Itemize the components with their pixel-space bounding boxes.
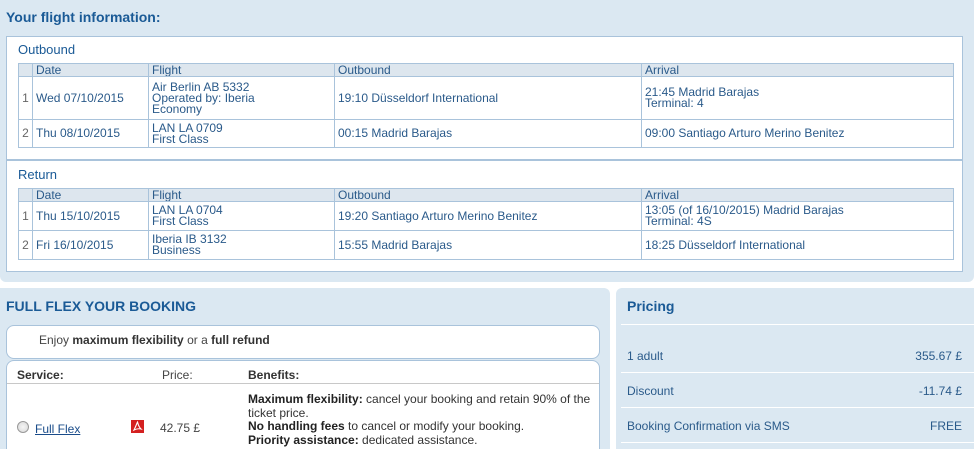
arrival-line: 18:25 Düsseldorf International [645, 237, 806, 252]
row-departure: 19:10 Düsseldorf International [334, 76, 642, 120]
promo-text: Enjoy [39, 333, 73, 347]
row-number: 1 [18, 76, 33, 120]
flex-promo-box: Enjoy maximum flexibility or a full refu… [6, 325, 600, 359]
header-divider [7, 383, 599, 384]
benefit-title: No handling fees [248, 419, 345, 433]
pricing-label: 1 adult [627, 349, 664, 363]
row-flight: LAN LA 0704 First Class [148, 201, 335, 231]
promo-emphasis: full refund [211, 333, 270, 347]
row-arrival: 18:25 Düsseldorf International [641, 230, 954, 260]
row-date: Thu 08/10/2015 [32, 119, 149, 148]
row-flight: Air Berlin AB 5332 Operated by: Iberia E… [148, 76, 335, 120]
row-number: 2 [18, 119, 33, 148]
pricing-panel: Pricing 1 adult 355.67 £ Discount -11.74… [616, 288, 974, 449]
full-flex-radio[interactable] [17, 421, 29, 433]
benefit-title: Priority assistance: [248, 432, 359, 447]
flex-price: 42.75 £ [160, 421, 201, 435]
benefits-header: Benefits: [248, 368, 300, 382]
flex-service-box: Service: Price: Benefits: Full Flex 42.7… [6, 360, 600, 449]
header-date: Date [32, 188, 149, 202]
row-number: 2 [18, 230, 33, 260]
arrival-line: Terminal: 4 [645, 96, 704, 110]
pricing-value: FREE [929, 419, 962, 433]
row-date: Thu 15/10/2015 [32, 201, 149, 231]
pricing-divider [621, 324, 974, 325]
benefit-text: dedicated assistance. [358, 432, 478, 447]
flight-line: Economy [152, 101, 203, 116]
pricing-value: -11.74 £ [918, 384, 962, 398]
promo-emphasis: maximum flexibility [72, 333, 184, 347]
header-flight: Flight [148, 188, 335, 202]
header-cell-index [18, 63, 33, 77]
header-date: Date [32, 63, 149, 77]
flight-info-title: Your flight information: [6, 9, 161, 25]
section-divider [7, 159, 962, 161]
return-title: Return [18, 167, 58, 182]
benefit-text: to cancel or modify your booking. [344, 419, 525, 433]
flight-line: Business [152, 243, 201, 257]
arrival-line: 09:00 Santiago Arturo Merino Benitez [645, 126, 845, 140]
return-table: Date Flight Outbound Arrival 1 Thu 15/10… [18, 188, 954, 260]
header-outbound: Outbound [334, 188, 642, 202]
header-outbound: Outbound [334, 63, 642, 77]
outbound-table: Date Flight Outbound Arrival 1 Wed 07/10… [18, 63, 954, 148]
flight-info-box: Outbound Date Flight Outbound Arrival 1 … [6, 36, 963, 272]
flight-line: First Class [152, 131, 209, 146]
row-date: Wed 07/10/2015 [32, 76, 149, 120]
flight-info-panel: Your flight information: Outbound Date F… [0, 0, 974, 282]
full-flex-link[interactable]: Full Flex [35, 422, 80, 436]
row-arrival: 09:00 Santiago Arturo Merino Benitez [641, 119, 954, 148]
row-number: 1 [18, 201, 33, 231]
pricing-row: 1 adult 355.67 £ [627, 349, 962, 363]
row-arrival: 21:45 Madrid Barajas Terminal: 4 [641, 76, 954, 120]
pdf-icon[interactable] [131, 420, 144, 433]
row-flight: Iberia IB 3132 Business [148, 230, 335, 260]
table-header-row: Date Flight Outbound Arrival [18, 188, 954, 202]
pricing-label: Booking Confirmation via SMS [627, 419, 790, 433]
full-flex-panel: FULL FLEX YOUR BOOKING Enjoy maximum fle… [0, 288, 610, 449]
price-header: Price: [162, 368, 193, 382]
pricing-label: Discount [627, 384, 674, 398]
arrival-line: Terminal: 4S [645, 214, 712, 228]
table-row: 1 Wed 07/10/2015 Air Berlin AB 5332 Oper… [18, 76, 954, 120]
row-departure: 00:15 Madrid Barajas [334, 119, 642, 148]
row-departure: 15:55 Madrid Barajas [334, 230, 642, 260]
promo-text: or a [183, 333, 212, 347]
row-departure: 19:20 Santiago Arturo Merino Benitez [334, 201, 642, 231]
pricing-title: Pricing [627, 298, 675, 314]
header-flight: Flight [148, 63, 335, 77]
row-date: Fri 16/10/2015 [32, 230, 149, 260]
pricing-divider [621, 372, 974, 373]
pricing-divider [621, 442, 974, 443]
header-arrival: Arrival [641, 63, 954, 77]
benefit-title: Maximum flexibility: [248, 392, 363, 406]
row-flight: LAN LA 0709 First Class [148, 119, 335, 148]
table-row: 2 Fri 16/10/2015 Iberia IB 3132 Business… [18, 230, 954, 260]
pricing-row: Discount -11.74 £ [627, 384, 962, 398]
pricing-value: 355.67 £ [915, 349, 962, 363]
pricing-divider [621, 407, 974, 408]
row-arrival: 13:05 (of 16/10/2015) Madrid Barajas Ter… [641, 201, 954, 231]
service-header: Service: [17, 368, 64, 382]
table-row: 1 Thu 15/10/2015 LAN LA 0704 First Class… [18, 201, 954, 231]
pricing-row: Booking Confirmation via SMS FREE [627, 419, 962, 433]
outbound-title: Outbound [18, 42, 76, 57]
table-header-row: Date Flight Outbound Arrival [18, 63, 954, 77]
header-arrival: Arrival [641, 188, 954, 202]
header-cell-index [18, 188, 33, 202]
table-row: 2 Thu 08/10/2015 LAN LA 0709 First Class… [18, 119, 954, 148]
flight-line: First Class [152, 214, 209, 228]
benefits-list: Maximum flexibility: cancel your booking… [248, 392, 598, 447]
full-flex-title: FULL FLEX YOUR BOOKING [6, 298, 197, 314]
